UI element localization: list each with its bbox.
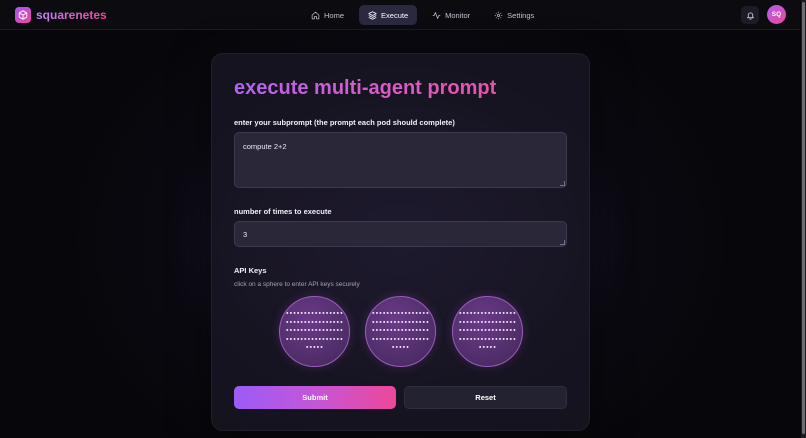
masked-key-line: •••••••••••••••• bbox=[458, 311, 517, 318]
masked-key-line: •••••••••••••••• bbox=[371, 336, 430, 343]
masked-key-line: •••••••••••••••• bbox=[285, 311, 344, 318]
api-key-spheres: •••••••••••••••• •••••••••••••••• ••••••… bbox=[279, 296, 523, 368]
page-scrollbar-thumb[interactable] bbox=[802, 2, 805, 434]
masked-key-line: •••••••••••••••• bbox=[371, 328, 430, 335]
masked-key-line: •••••••••••••••• bbox=[371, 319, 430, 326]
times-input[interactable] bbox=[234, 221, 567, 247]
app-logo[interactable]: squarenetes bbox=[15, 7, 107, 23]
api-keys-hint: click on a sphere to enter API keys secu… bbox=[234, 281, 360, 288]
api-key-sphere[interactable]: •••••••••••••••• •••••••••••••••• ••••••… bbox=[452, 296, 523, 367]
masked-key-line: ••••• bbox=[391, 345, 410, 352]
nav-item-settings[interactable]: Settings bbox=[485, 5, 543, 25]
nav-item-execute[interactable]: Execute bbox=[359, 5, 418, 25]
times-label: number of times to execute bbox=[234, 207, 332, 216]
masked-key-line: •••••••••••••••• bbox=[458, 336, 517, 343]
nav-item-label: Monitor bbox=[445, 10, 471, 20]
notifications-button[interactable] bbox=[741, 6, 759, 24]
bell-icon bbox=[746, 12, 754, 20]
masked-key-line: •••••••••••••••• bbox=[458, 319, 517, 326]
nav-item-label: Home bbox=[324, 10, 345, 20]
nav-item-home[interactable]: Home bbox=[302, 5, 353, 25]
api-keys-label: API Keys bbox=[234, 266, 267, 275]
masked-key-line: •••••••••••••••• bbox=[285, 319, 344, 326]
masked-key-line: ••••• bbox=[305, 345, 324, 352]
masked-key-line: •••••••••••••••• bbox=[371, 311, 430, 318]
page-title: execute multi-agent prompt bbox=[234, 77, 497, 99]
layers-icon bbox=[368, 10, 377, 20]
submit-button[interactable]: Submit bbox=[234, 386, 396, 409]
masked-key-line: •••••••••••••••• bbox=[285, 328, 344, 335]
api-key-sphere[interactable]: •••••••••••••••• •••••••••••••••• ••••••… bbox=[365, 296, 436, 367]
masked-key-line: ••••• bbox=[478, 345, 497, 352]
reset-button[interactable]: Reset bbox=[404, 386, 567, 409]
home-icon bbox=[311, 11, 320, 19]
main-nav: Home Execute Monitor Settings bbox=[302, 5, 543, 25]
masked-key-line: •••••••••••••••• bbox=[458, 328, 517, 335]
app-name: squarenetes bbox=[36, 8, 107, 22]
masked-key-line: •••••••••••••••• bbox=[285, 336, 344, 343]
top-nav-bar: squarenetes Home Execute Monitor Setting… bbox=[0, 0, 800, 30]
nav-item-label: Settings bbox=[507, 10, 535, 20]
subprompt-textarea[interactable]: compute 2+2 bbox=[234, 132, 567, 188]
subprompt-label: enter your subprompt (the prompt each po… bbox=[234, 118, 455, 127]
cube-icon bbox=[15, 7, 31, 23]
gear-icon bbox=[494, 11, 503, 19]
nav-item-label: Execute bbox=[381, 10, 409, 20]
avatar[interactable]: SQ bbox=[767, 5, 786, 24]
api-key-sphere[interactable]: •••••••••••••••• •••••••••••••••• ••••••… bbox=[279, 296, 350, 367]
activity-icon bbox=[432, 11, 441, 19]
nav-item-monitor[interactable]: Monitor bbox=[423, 5, 479, 25]
